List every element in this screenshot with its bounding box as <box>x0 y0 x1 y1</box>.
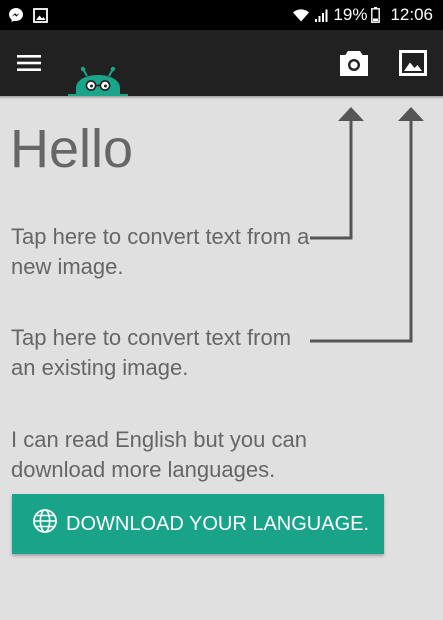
wifi-icon <box>292 7 310 23</box>
messenger-icon <box>8 7 24 28</box>
gallery-notification-icon <box>33 7 48 28</box>
language-hint: I can read English but you can download … <box>11 427 307 482</box>
download-language-label: DOWNLOAD YOUR LANGUAGE. <box>66 512 370 535</box>
image-icon[interactable] <box>397 48 429 78</box>
status-time: 12:06 <box>390 5 433 24</box>
globe-icon <box>32 508 58 540</box>
status-bar: 19% 12:06 <box>0 0 443 30</box>
camera-guide-arrow <box>310 107 364 240</box>
gallery-hint: Tap here to convert text from an existin… <box>11 325 292 380</box>
status-notifications <box>8 7 48 28</box>
download-language-button[interactable]: DOWNLOAD YOUR LANGUAGE. <box>12 494 384 554</box>
battery-percent: 19% <box>333 5 368 24</box>
app-toolbar <box>0 30 443 96</box>
battery-icon <box>371 7 381 23</box>
camera-icon[interactable] <box>337 48 371 78</box>
gallery-guide-arrow <box>310 107 424 343</box>
mascot-logo <box>68 66 128 96</box>
hamburger-menu-icon[interactable] <box>14 48 44 78</box>
signal-icon <box>314 8 329 23</box>
camera-hint: Tap here to convert text from a new imag… <box>11 224 310 279</box>
hello-heading: Hello <box>10 119 134 179</box>
toolbar-shadow <box>0 96 443 99</box>
status-system: 19% 12:06 <box>292 4 433 26</box>
